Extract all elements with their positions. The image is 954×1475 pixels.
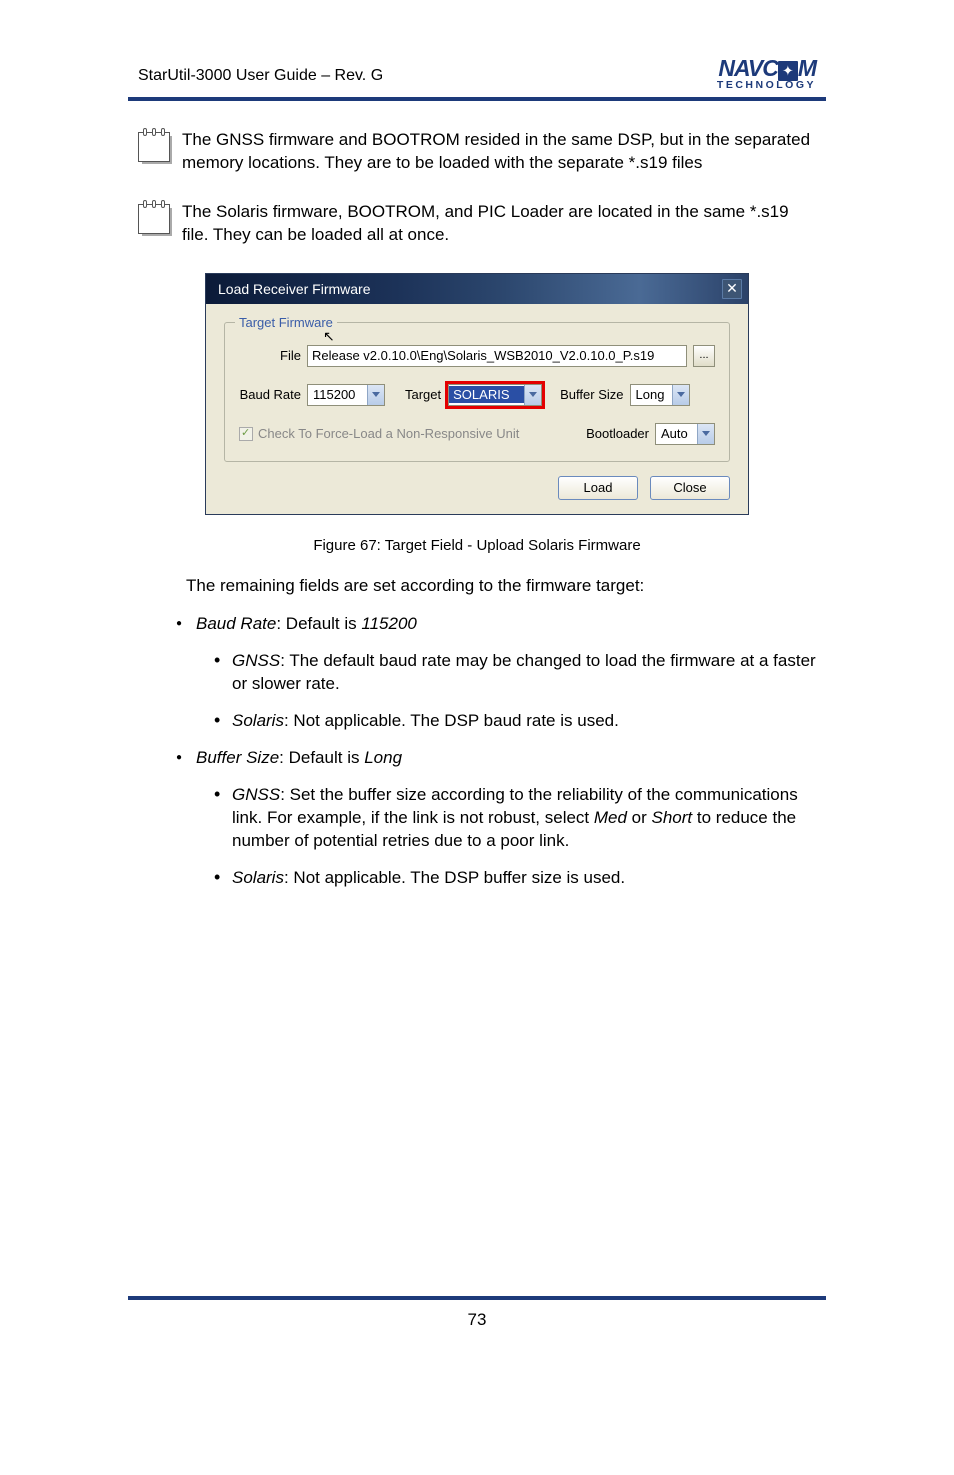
- buffer-size-term: Buffer Size: [196, 748, 279, 767]
- header-title: StarUtil-3000 User Guide – Rev. G: [138, 67, 383, 91]
- bootloader-label: Bootloader: [586, 426, 649, 441]
- fieldset-legend: Target Firmware: [235, 315, 337, 330]
- logo-star-icon: [778, 61, 798, 81]
- baud-rate-value: 115200: [308, 387, 367, 402]
- baud-rate-term: Baud Rate: [196, 614, 276, 633]
- list-item: GNSS: Set the buffer size according to t…: [232, 784, 816, 853]
- target-firmware-fieldset: Target Firmware ↖ File Release v2.0.10.0…: [224, 322, 730, 462]
- buffer-size-label: Buffer Size: [560, 387, 623, 402]
- baud-rate-default: 115200: [361, 614, 416, 633]
- list-item: GNSS: The default baud rate may be chang…: [232, 650, 816, 696]
- force-load-checkbox[interactable]: [239, 427, 253, 441]
- list-item: Buffer Size: Default is Long GNSS: Set t…: [196, 747, 816, 890]
- baud-rate-dropdown[interactable]: 115200: [307, 384, 385, 406]
- solaris-term: Solaris: [232, 868, 284, 887]
- target-value: SOLARIS: [449, 386, 524, 403]
- text: : Default is: [279, 748, 364, 767]
- gnss-term: GNSS: [232, 651, 280, 670]
- short-option: Short: [652, 808, 693, 827]
- dialog-titlebar: Load Receiver Firmware ✕: [206, 274, 748, 304]
- target-highlight-box: SOLARIS: [445, 381, 545, 409]
- text: or: [627, 808, 652, 827]
- logo-text-pre: NAVC: [718, 55, 777, 81]
- list-item: Solaris: Not applicable. The DSP baud ra…: [232, 710, 816, 733]
- load-button[interactable]: Load: [558, 476, 638, 500]
- cursor-icon: ↖: [323, 328, 335, 345]
- buffer-size-default: Long: [364, 748, 402, 767]
- page-number: 73: [0, 1310, 954, 1330]
- buffer-size-dropdown[interactable]: Long: [630, 384, 690, 406]
- solaris-term: Solaris: [232, 711, 284, 730]
- dialog-title: Load Receiver Firmware: [218, 281, 371, 297]
- note-block-2: The Solaris firmware, BOOTROM, and PIC L…: [138, 201, 816, 247]
- chevron-down-icon: [524, 385, 541, 405]
- target-dropdown[interactable]: SOLARIS: [448, 384, 542, 406]
- logo-subtext: TECHNOLOGY: [717, 79, 816, 91]
- baud-rate-label: Baud Rate: [239, 387, 301, 402]
- buffer-size-value: Long: [631, 387, 672, 402]
- dialog-screenshot: Load Receiver Firmware ✕ Target Firmware…: [205, 273, 749, 515]
- file-label: File: [239, 348, 301, 363]
- figure-caption: Figure 67: Target Field - Upload Solaris…: [138, 537, 816, 554]
- note-icon: [138, 132, 170, 162]
- logo-text-post: M: [798, 55, 816, 81]
- chevron-down-icon: [367, 385, 384, 405]
- bootloader-dropdown[interactable]: Auto: [655, 423, 715, 445]
- text: : The default baud rate may be changed t…: [232, 651, 816, 693]
- text: : Default is: [276, 614, 361, 633]
- chevron-down-icon: [672, 385, 689, 405]
- force-load-label: Check To Force-Load a Non-Responsive Uni…: [258, 426, 519, 441]
- middle-paragraph: The remaining fields are set according t…: [138, 574, 816, 597]
- close-icon[interactable]: ✕: [722, 279, 742, 299]
- list-item: Solaris: Not applicable. The DSP buffer …: [232, 867, 816, 890]
- close-button[interactable]: Close: [650, 476, 730, 500]
- list-item: Baud Rate: Default is 115200 GNSS: The d…: [196, 613, 816, 733]
- logo: NAVC M TECHNOLOGY: [717, 55, 816, 91]
- note-text-1: The GNSS firmware and BOOTROM resided in…: [182, 129, 816, 175]
- chevron-down-icon: [697, 424, 714, 444]
- bootloader-value: Auto: [656, 426, 697, 441]
- note-block-1: The GNSS firmware and BOOTROM resided in…: [138, 129, 816, 175]
- browse-button[interactable]: ...: [693, 345, 715, 367]
- target-label: Target: [405, 387, 441, 402]
- med-option: Med: [594, 808, 627, 827]
- gnss-term: GNSS: [232, 785, 280, 804]
- text: : Not applicable. The DSP buffer size is…: [284, 868, 625, 887]
- file-input[interactable]: Release v2.0.10.0\Eng\Solaris_WSB2010_V2…: [307, 345, 687, 367]
- text: : Not applicable. The DSP baud rate is u…: [284, 711, 619, 730]
- note-icon: [138, 204, 170, 234]
- note-text-2: The Solaris firmware, BOOTROM, and PIC L…: [182, 201, 816, 247]
- footer-divider: [128, 1296, 826, 1300]
